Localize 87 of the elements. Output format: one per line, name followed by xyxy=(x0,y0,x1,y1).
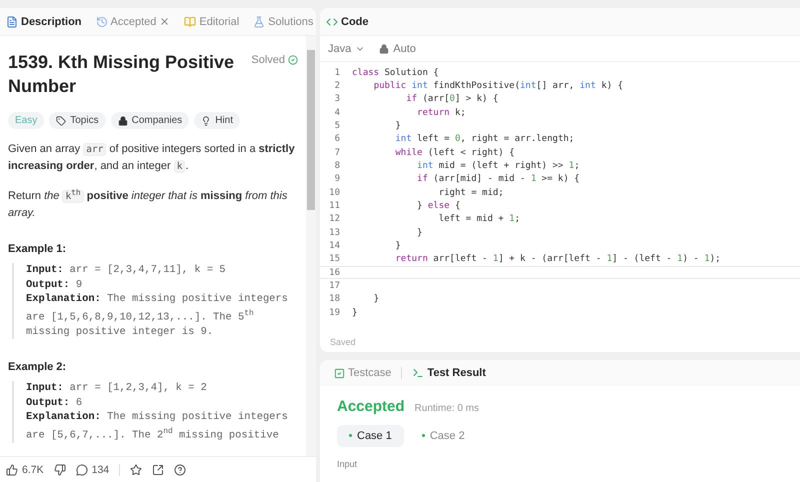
line-number: 1 xyxy=(334,68,341,78)
comments-button[interactable]: 134 xyxy=(76,464,110,476)
difficulty-badge: Easy xyxy=(8,112,44,129)
line-number: 8 xyxy=(334,160,341,171)
tag-icon xyxy=(56,116,66,126)
runtime-text: Runtime: 0 ms xyxy=(414,403,479,414)
comment-icon xyxy=(76,464,88,476)
code-line: if (arr[mid] - mid - 1 >= k) { xyxy=(416,174,580,184)
code-tab[interactable]: Code xyxy=(324,14,370,30)
code-line: } xyxy=(394,120,401,131)
close-icon[interactable] xyxy=(159,16,170,27)
share-icon[interactable] xyxy=(152,464,164,476)
panel-tab[interactable]: Description xyxy=(4,14,84,30)
help-icon[interactable] xyxy=(174,464,186,476)
solved-status: Solved xyxy=(251,54,298,66)
tag-button[interactable]: Hint xyxy=(194,112,240,129)
scrollbar[interactable] xyxy=(306,36,316,456)
code-line: } xyxy=(394,240,401,251)
example-line: Input: arr = [1,2,3,4], k = 2 xyxy=(26,381,208,396)
code-line: if (arr[0] > k) { xyxy=(405,94,498,104)
line-number: 10 xyxy=(328,188,341,198)
code-line: } else { xyxy=(416,200,460,211)
line-number: 4 xyxy=(334,108,341,118)
star-icon[interactable] xyxy=(130,464,142,476)
example-line: Output: 9 xyxy=(26,278,84,292)
thumbs-down-icon[interactable] xyxy=(54,464,66,476)
lock-icon xyxy=(379,44,390,54)
input-label: Input xyxy=(336,458,358,471)
line-number: 19 xyxy=(328,308,341,318)
tag-button[interactable]: Topics xyxy=(49,112,106,129)
lock-icon xyxy=(118,116,128,126)
example-heading: Example 1: xyxy=(8,243,68,256)
example-line: Input: arr = [2,3,4,7,11], k = 5 xyxy=(26,263,227,278)
line-number: 9 xyxy=(334,174,341,184)
mode-button[interactable]: Auto xyxy=(379,42,416,54)
checkbox-icon xyxy=(334,368,345,378)
code-line: public int findKthPositive(int[] arr, int k) { xyxy=(372,80,623,91)
document-icon xyxy=(6,16,18,28)
thumbs-up-icon xyxy=(6,464,18,476)
description-paragraph: Given an array arr of positive integers sorted in a strictly increasing order, and an integer k . xyxy=(8,142,296,175)
verdict-text: Accepted xyxy=(337,398,405,415)
panel-tab[interactable]: Test Result xyxy=(410,365,488,381)
line-number: 17 xyxy=(328,280,341,291)
line-number: 12 xyxy=(328,214,341,224)
example-heading: Example 2: xyxy=(8,361,68,374)
code-line: right = mid; xyxy=(438,188,504,198)
problem-title: 1539. Kth Missing Positive Number xyxy=(8,51,236,98)
check-circle-icon xyxy=(288,55,298,65)
line-number: 11 xyxy=(328,200,341,211)
line-number: 2 xyxy=(334,80,341,91)
save-status: Saved xyxy=(329,337,357,349)
example-line: Output: 6 xyxy=(26,396,84,410)
line-number: 15 xyxy=(328,254,341,264)
code-line: while (left < right) { xyxy=(394,148,515,158)
code-icon xyxy=(326,16,338,28)
status-dot-icon xyxy=(422,434,425,437)
code-line: return k; xyxy=(416,108,466,118)
example-line: Explanation: The missing positive integers are [1,5,6,8,9,10,12,13,...]. The 5$^{th}$ missing positive integer is 9. xyxy=(26,292,289,340)
line-number: 3 xyxy=(334,94,341,104)
code-line: class Solution { xyxy=(352,68,439,78)
example-line: Explanation: The missing positive integers are [5,6,7,...]. The 2$^{nd}$ missing positive xyxy=(26,410,289,443)
code-line: } xyxy=(372,294,380,304)
like-button[interactable]: 6.7K xyxy=(6,464,44,476)
line-number: 13 xyxy=(328,228,341,238)
tag-button[interactable]: Companies xyxy=(110,112,190,129)
code-line: } xyxy=(352,308,358,318)
code-line: left = mid + 1; xyxy=(438,214,520,224)
book-icon xyxy=(184,16,196,28)
line-number: 5 xyxy=(334,120,341,131)
line-number: 14 xyxy=(328,240,341,251)
lightbulb-icon xyxy=(201,116,212,126)
line-number: 18 xyxy=(328,294,341,304)
code-line: } xyxy=(416,228,422,238)
terminal-icon xyxy=(412,367,424,379)
line-number: 16 xyxy=(328,268,341,278)
case-tab[interactable]: Case 1 xyxy=(337,425,404,447)
line-number: 7 xyxy=(334,148,341,158)
code-line: return arr[left - 1] + k - (arr[left - 1] - (left - 1) - 1); xyxy=(394,254,721,264)
code-line: int mid = (left + right) >> 1; xyxy=(416,160,580,171)
history-icon xyxy=(96,16,108,28)
description-paragraph: Return the k$^{th}$ positive integer that is missing from this array. xyxy=(8,187,288,222)
status-dot-icon xyxy=(349,434,352,437)
flask-icon xyxy=(253,16,266,28)
case-tab[interactable]: Case 2 xyxy=(410,425,477,447)
language-select[interactable]: Java xyxy=(328,42,366,54)
line-number: 6 xyxy=(334,134,341,144)
code-line: int left = 0, right = arr.length; xyxy=(394,134,574,144)
